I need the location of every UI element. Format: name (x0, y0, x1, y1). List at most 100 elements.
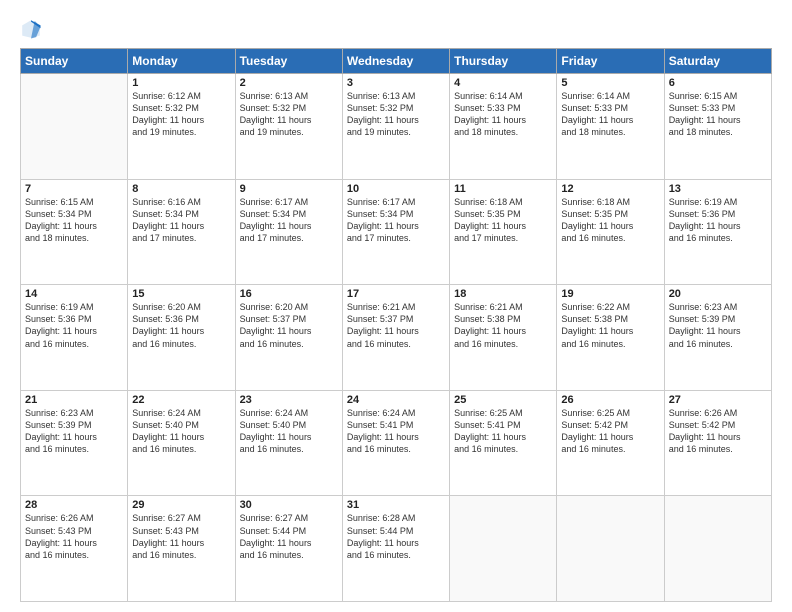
day-number: 27 (669, 394, 767, 406)
day-info: Sunrise: 6:25 AM Sunset: 5:41 PM Dayligh… (454, 407, 552, 456)
day-info: Sunrise: 6:15 AM Sunset: 5:34 PM Dayligh… (25, 196, 123, 245)
day-info: Sunrise: 6:18 AM Sunset: 5:35 PM Dayligh… (454, 196, 552, 245)
day-number: 4 (454, 77, 552, 89)
day-info: Sunrise: 6:24 AM Sunset: 5:40 PM Dayligh… (240, 407, 338, 456)
day-info: Sunrise: 6:23 AM Sunset: 5:39 PM Dayligh… (669, 301, 767, 350)
day-number: 30 (240, 499, 338, 511)
day-info: Sunrise: 6:14 AM Sunset: 5:33 PM Dayligh… (454, 90, 552, 139)
day-number: 7 (25, 183, 123, 195)
day-info: Sunrise: 6:13 AM Sunset: 5:32 PM Dayligh… (240, 90, 338, 139)
week-row-1: 7Sunrise: 6:15 AM Sunset: 5:34 PM Daylig… (21, 179, 772, 285)
logo-icon (20, 18, 42, 40)
day-info: Sunrise: 6:15 AM Sunset: 5:33 PM Dayligh… (669, 90, 767, 139)
day-info: Sunrise: 6:28 AM Sunset: 5:44 PM Dayligh… (347, 512, 445, 561)
calendar-cell: 2Sunrise: 6:13 AM Sunset: 5:32 PM Daylig… (235, 74, 342, 180)
day-number: 1 (132, 77, 230, 89)
day-info: Sunrise: 6:27 AM Sunset: 5:44 PM Dayligh… (240, 512, 338, 561)
week-row-4: 28Sunrise: 6:26 AM Sunset: 5:43 PM Dayli… (21, 496, 772, 602)
day-info: Sunrise: 6:24 AM Sunset: 5:41 PM Dayligh… (347, 407, 445, 456)
day-info: Sunrise: 6:20 AM Sunset: 5:36 PM Dayligh… (132, 301, 230, 350)
day-info: Sunrise: 6:14 AM Sunset: 5:33 PM Dayligh… (561, 90, 659, 139)
day-number: 22 (132, 394, 230, 406)
calendar-cell: 11Sunrise: 6:18 AM Sunset: 5:35 PM Dayli… (450, 179, 557, 285)
day-info: Sunrise: 6:13 AM Sunset: 5:32 PM Dayligh… (347, 90, 445, 139)
calendar-cell (21, 74, 128, 180)
calendar-cell: 22Sunrise: 6:24 AM Sunset: 5:40 PM Dayli… (128, 390, 235, 496)
day-info: Sunrise: 6:26 AM Sunset: 5:43 PM Dayligh… (25, 512, 123, 561)
day-number: 24 (347, 394, 445, 406)
day-info: Sunrise: 6:16 AM Sunset: 5:34 PM Dayligh… (132, 196, 230, 245)
calendar-cell: 25Sunrise: 6:25 AM Sunset: 5:41 PM Dayli… (450, 390, 557, 496)
day-info: Sunrise: 6:21 AM Sunset: 5:37 PM Dayligh… (347, 301, 445, 350)
day-info: Sunrise: 6:21 AM Sunset: 5:38 PM Dayligh… (454, 301, 552, 350)
calendar-cell: 15Sunrise: 6:20 AM Sunset: 5:36 PM Dayli… (128, 285, 235, 391)
header-thursday: Thursday (450, 49, 557, 74)
page: SundayMondayTuesdayWednesdayThursdayFrid… (0, 0, 792, 612)
day-info: Sunrise: 6:23 AM Sunset: 5:39 PM Dayligh… (25, 407, 123, 456)
day-number: 10 (347, 183, 445, 195)
day-info: Sunrise: 6:27 AM Sunset: 5:43 PM Dayligh… (132, 512, 230, 561)
day-number: 16 (240, 288, 338, 300)
day-number: 8 (132, 183, 230, 195)
day-info: Sunrise: 6:19 AM Sunset: 5:36 PM Dayligh… (669, 196, 767, 245)
calendar-cell: 21Sunrise: 6:23 AM Sunset: 5:39 PM Dayli… (21, 390, 128, 496)
day-number: 11 (454, 183, 552, 195)
day-number: 25 (454, 394, 552, 406)
calendar-cell: 9Sunrise: 6:17 AM Sunset: 5:34 PM Daylig… (235, 179, 342, 285)
calendar-cell: 23Sunrise: 6:24 AM Sunset: 5:40 PM Dayli… (235, 390, 342, 496)
day-number: 12 (561, 183, 659, 195)
day-number: 20 (669, 288, 767, 300)
day-info: Sunrise: 6:19 AM Sunset: 5:36 PM Dayligh… (25, 301, 123, 350)
day-number: 5 (561, 77, 659, 89)
calendar-cell: 20Sunrise: 6:23 AM Sunset: 5:39 PM Dayli… (664, 285, 771, 391)
calendar-cell: 24Sunrise: 6:24 AM Sunset: 5:41 PM Dayli… (342, 390, 449, 496)
header-saturday: Saturday (664, 49, 771, 74)
day-number: 23 (240, 394, 338, 406)
day-number: 26 (561, 394, 659, 406)
calendar-cell: 30Sunrise: 6:27 AM Sunset: 5:44 PM Dayli… (235, 496, 342, 602)
calendar-cell: 7Sunrise: 6:15 AM Sunset: 5:34 PM Daylig… (21, 179, 128, 285)
calendar-cell: 4Sunrise: 6:14 AM Sunset: 5:33 PM Daylig… (450, 74, 557, 180)
day-number: 19 (561, 288, 659, 300)
calendar-cell: 12Sunrise: 6:18 AM Sunset: 5:35 PM Dayli… (557, 179, 664, 285)
calendar-cell: 28Sunrise: 6:26 AM Sunset: 5:43 PM Dayli… (21, 496, 128, 602)
day-number: 13 (669, 183, 767, 195)
calendar-cell (557, 496, 664, 602)
day-number: 29 (132, 499, 230, 511)
day-info: Sunrise: 6:26 AM Sunset: 5:42 PM Dayligh… (669, 407, 767, 456)
calendar-cell: 13Sunrise: 6:19 AM Sunset: 5:36 PM Dayli… (664, 179, 771, 285)
day-info: Sunrise: 6:24 AM Sunset: 5:40 PM Dayligh… (132, 407, 230, 456)
day-number: 31 (347, 499, 445, 511)
calendar-cell: 27Sunrise: 6:26 AM Sunset: 5:42 PM Dayli… (664, 390, 771, 496)
day-info: Sunrise: 6:20 AM Sunset: 5:37 PM Dayligh… (240, 301, 338, 350)
calendar-cell: 29Sunrise: 6:27 AM Sunset: 5:43 PM Dayli… (128, 496, 235, 602)
day-number: 14 (25, 288, 123, 300)
day-number: 6 (669, 77, 767, 89)
week-row-3: 21Sunrise: 6:23 AM Sunset: 5:39 PM Dayli… (21, 390, 772, 496)
calendar-cell (664, 496, 771, 602)
day-number: 17 (347, 288, 445, 300)
day-number: 21 (25, 394, 123, 406)
day-number: 2 (240, 77, 338, 89)
calendar-cell: 18Sunrise: 6:21 AM Sunset: 5:38 PM Dayli… (450, 285, 557, 391)
header-friday: Friday (557, 49, 664, 74)
calendar-cell: 10Sunrise: 6:17 AM Sunset: 5:34 PM Dayli… (342, 179, 449, 285)
calendar-cell: 5Sunrise: 6:14 AM Sunset: 5:33 PM Daylig… (557, 74, 664, 180)
calendar-cell: 31Sunrise: 6:28 AM Sunset: 5:44 PM Dayli… (342, 496, 449, 602)
header-tuesday: Tuesday (235, 49, 342, 74)
day-info: Sunrise: 6:18 AM Sunset: 5:35 PM Dayligh… (561, 196, 659, 245)
logo (20, 18, 46, 40)
calendar-cell: 8Sunrise: 6:16 AM Sunset: 5:34 PM Daylig… (128, 179, 235, 285)
day-number: 15 (132, 288, 230, 300)
day-number: 9 (240, 183, 338, 195)
calendar-cell: 26Sunrise: 6:25 AM Sunset: 5:42 PM Dayli… (557, 390, 664, 496)
calendar-cell: 14Sunrise: 6:19 AM Sunset: 5:36 PM Dayli… (21, 285, 128, 391)
calendar-cell: 17Sunrise: 6:21 AM Sunset: 5:37 PM Dayli… (342, 285, 449, 391)
day-info: Sunrise: 6:12 AM Sunset: 5:32 PM Dayligh… (132, 90, 230, 139)
calendar-cell: 3Sunrise: 6:13 AM Sunset: 5:32 PM Daylig… (342, 74, 449, 180)
day-number: 3 (347, 77, 445, 89)
calendar: SundayMondayTuesdayWednesdayThursdayFrid… (20, 48, 772, 602)
day-info: Sunrise: 6:17 AM Sunset: 5:34 PM Dayligh… (347, 196, 445, 245)
calendar-header-row: SundayMondayTuesdayWednesdayThursdayFrid… (21, 49, 772, 74)
calendar-cell: 1Sunrise: 6:12 AM Sunset: 5:32 PM Daylig… (128, 74, 235, 180)
